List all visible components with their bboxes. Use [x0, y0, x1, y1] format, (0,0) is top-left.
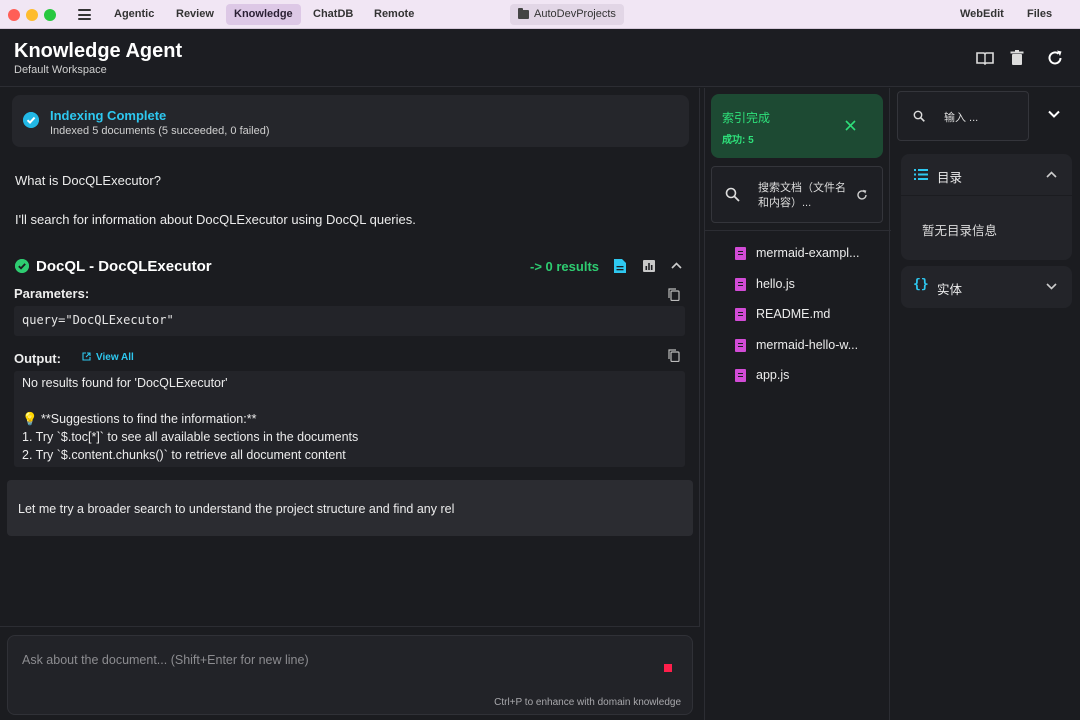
- toc-section: 目录 暂无目录信息: [901, 154, 1072, 260]
- tab-chatdb[interactable]: ChatDB: [305, 4, 361, 25]
- page-header: Knowledge Agent Default Workspace: [0, 29, 1080, 87]
- view-all-link[interactable]: View All: [96, 352, 134, 363]
- copy-output-icon[interactable]: [668, 349, 680, 362]
- page-title: Knowledge Agent: [14, 40, 183, 62]
- chevron-down-icon[interactable]: [1048, 110, 1060, 118]
- file-item[interactable]: mermaid-exampl...: [735, 243, 885, 265]
- entities-section: {} 实体: [901, 266, 1072, 308]
- hamburger-menu-icon[interactable]: [78, 9, 91, 20]
- copy-icon[interactable]: [668, 288, 680, 301]
- indexing-title: Indexing Complete: [50, 108, 167, 123]
- assistant-message-card: Let me try a broader search to understan…: [7, 480, 693, 536]
- chevron-up-icon[interactable]: [1046, 171, 1057, 178]
- chevron-up-icon[interactable]: [671, 262, 682, 269]
- divider: [705, 230, 891, 231]
- tool-output: No results found for 'DocQLExecutor' 💡 *…: [14, 371, 685, 467]
- file-icon: [735, 339, 746, 352]
- output-line: No results found for 'DocQLExecutor': [22, 376, 228, 390]
- divider: [901, 195, 1072, 196]
- minimize-window-button[interactable]: [26, 9, 38, 21]
- refresh-icon[interactable]: [856, 189, 868, 201]
- assistant-message: I'll search for information about DocQLE…: [15, 212, 416, 227]
- enhance-hint: Ctrl+P to enhance with domain knowledge: [494, 697, 681, 708]
- index-status-title: 索引完成: [722, 111, 771, 125]
- toc-title[interactable]: 目录: [937, 167, 962, 186]
- user-message: What is DocQLExecutor?: [15, 173, 161, 188]
- book-icon[interactable]: [975, 48, 995, 68]
- tool-call-title: DocQL - DocQLExecutor: [36, 258, 212, 275]
- output-line: 1. Try `$.toc[*]` to see all available s…: [22, 430, 359, 444]
- trash-icon[interactable]: [1007, 48, 1027, 68]
- file-icon: [735, 308, 746, 321]
- document-search-input[interactable]: 搜索文档（文件名和内容）...: [711, 166, 883, 223]
- output-label: Output:: [14, 351, 61, 366]
- index-status-toast: 索引完成 成功: 5: [711, 94, 883, 158]
- chat-input-placeholder: Ask about the document... (Shift+Enter f…: [22, 653, 309, 667]
- stop-button[interactable]: [664, 664, 672, 672]
- document-search-placeholder: 搜索文档（文件名和内容）...: [758, 182, 846, 209]
- maximize-window-button[interactable]: [44, 9, 56, 21]
- index-status-count: 成功: 5: [722, 135, 754, 146]
- tab-knowledge[interactable]: Knowledge: [226, 4, 301, 25]
- tab-agentic[interactable]: Agentic: [106, 4, 162, 25]
- file-name: README.md: [756, 307, 831, 321]
- success-check-icon: [15, 259, 29, 273]
- file-item[interactable]: hello.js: [735, 274, 885, 296]
- file-icon: [735, 247, 746, 260]
- assistant-followup-text: Let me try a broader search to understan…: [18, 502, 455, 516]
- folder-icon: [518, 8, 529, 19]
- outline-search-input[interactable]: 输入 ...: [897, 91, 1029, 141]
- tool-result-count: -> 0 results: [530, 259, 600, 274]
- indexing-status-card: Indexing Complete Indexed 5 documents (5…: [12, 95, 689, 147]
- outline-search-placeholder: 输入 ...: [944, 112, 979, 124]
- close-icon[interactable]: [845, 120, 856, 131]
- tab-review[interactable]: Review: [168, 4, 222, 25]
- refresh-icon[interactable]: [1045, 48, 1065, 68]
- braces-icon: {}: [913, 277, 929, 292]
- parameters-code: query="DocQLExecutor": [14, 306, 685, 336]
- project-selector[interactable]: AutoDevProjects: [510, 4, 624, 25]
- external-link-icon[interactable]: [82, 352, 91, 361]
- file-name: hello.js: [756, 277, 795, 291]
- workspace-name: Default Workspace: [14, 64, 107, 76]
- chat-input[interactable]: Ask about the document... (Shift+Enter f…: [7, 635, 693, 715]
- file-item[interactable]: README.md: [735, 304, 885, 326]
- webedit-button[interactable]: WebEdit: [952, 4, 1012, 25]
- close-window-button[interactable]: [8, 9, 20, 21]
- file-icon: [735, 278, 746, 291]
- check-circle-icon: [23, 112, 39, 128]
- document-icon[interactable]: [614, 259, 626, 273]
- files-button[interactable]: Files: [1019, 4, 1060, 25]
- output-line: 2. Try `$.content.chunks()` to retrieve …: [22, 448, 346, 462]
- toc-empty-text: 暂无目录信息: [922, 224, 998, 238]
- output-line: 💡 **Suggestions to find the information:…: [22, 412, 257, 426]
- tab-remote[interactable]: Remote: [366, 4, 422, 25]
- composer: Ask about the document... (Shift+Enter f…: [0, 626, 700, 720]
- file-item[interactable]: mermaid-hello-w...: [735, 335, 885, 357]
- chevron-down-icon[interactable]: [1046, 283, 1057, 290]
- file-item[interactable]: app.js: [735, 365, 885, 387]
- parameters-label: Parameters:: [14, 286, 90, 301]
- file-name: mermaid-exampl...: [756, 246, 860, 260]
- list-icon: [914, 169, 928, 180]
- entities-title[interactable]: 实体: [937, 279, 962, 298]
- indexing-summary: Indexed 5 documents (5 succeeded, 0 fail…: [50, 125, 270, 137]
- file-icon: [735, 369, 746, 382]
- file-name: app.js: [756, 368, 790, 382]
- outline-panel: 输入 ... 目录 暂无目录信息 {} 实体: [893, 88, 1080, 720]
- chat-panel: Indexing Complete Indexed 5 documents (5…: [0, 88, 700, 720]
- search-icon: [725, 187, 740, 202]
- title-bar: Agentic Review Knowledge ChatDB Remote A…: [0, 0, 1080, 29]
- file-name: mermaid-hello-w...: [756, 338, 859, 352]
- chart-icon[interactable]: [643, 260, 655, 272]
- project-name: AutoDevProjects: [534, 8, 616, 20]
- search-icon: [913, 110, 925, 122]
- document-list-panel: 索引完成 成功: 5 搜索文档（文件名和内容）... mermaid-examp…: [704, 88, 891, 720]
